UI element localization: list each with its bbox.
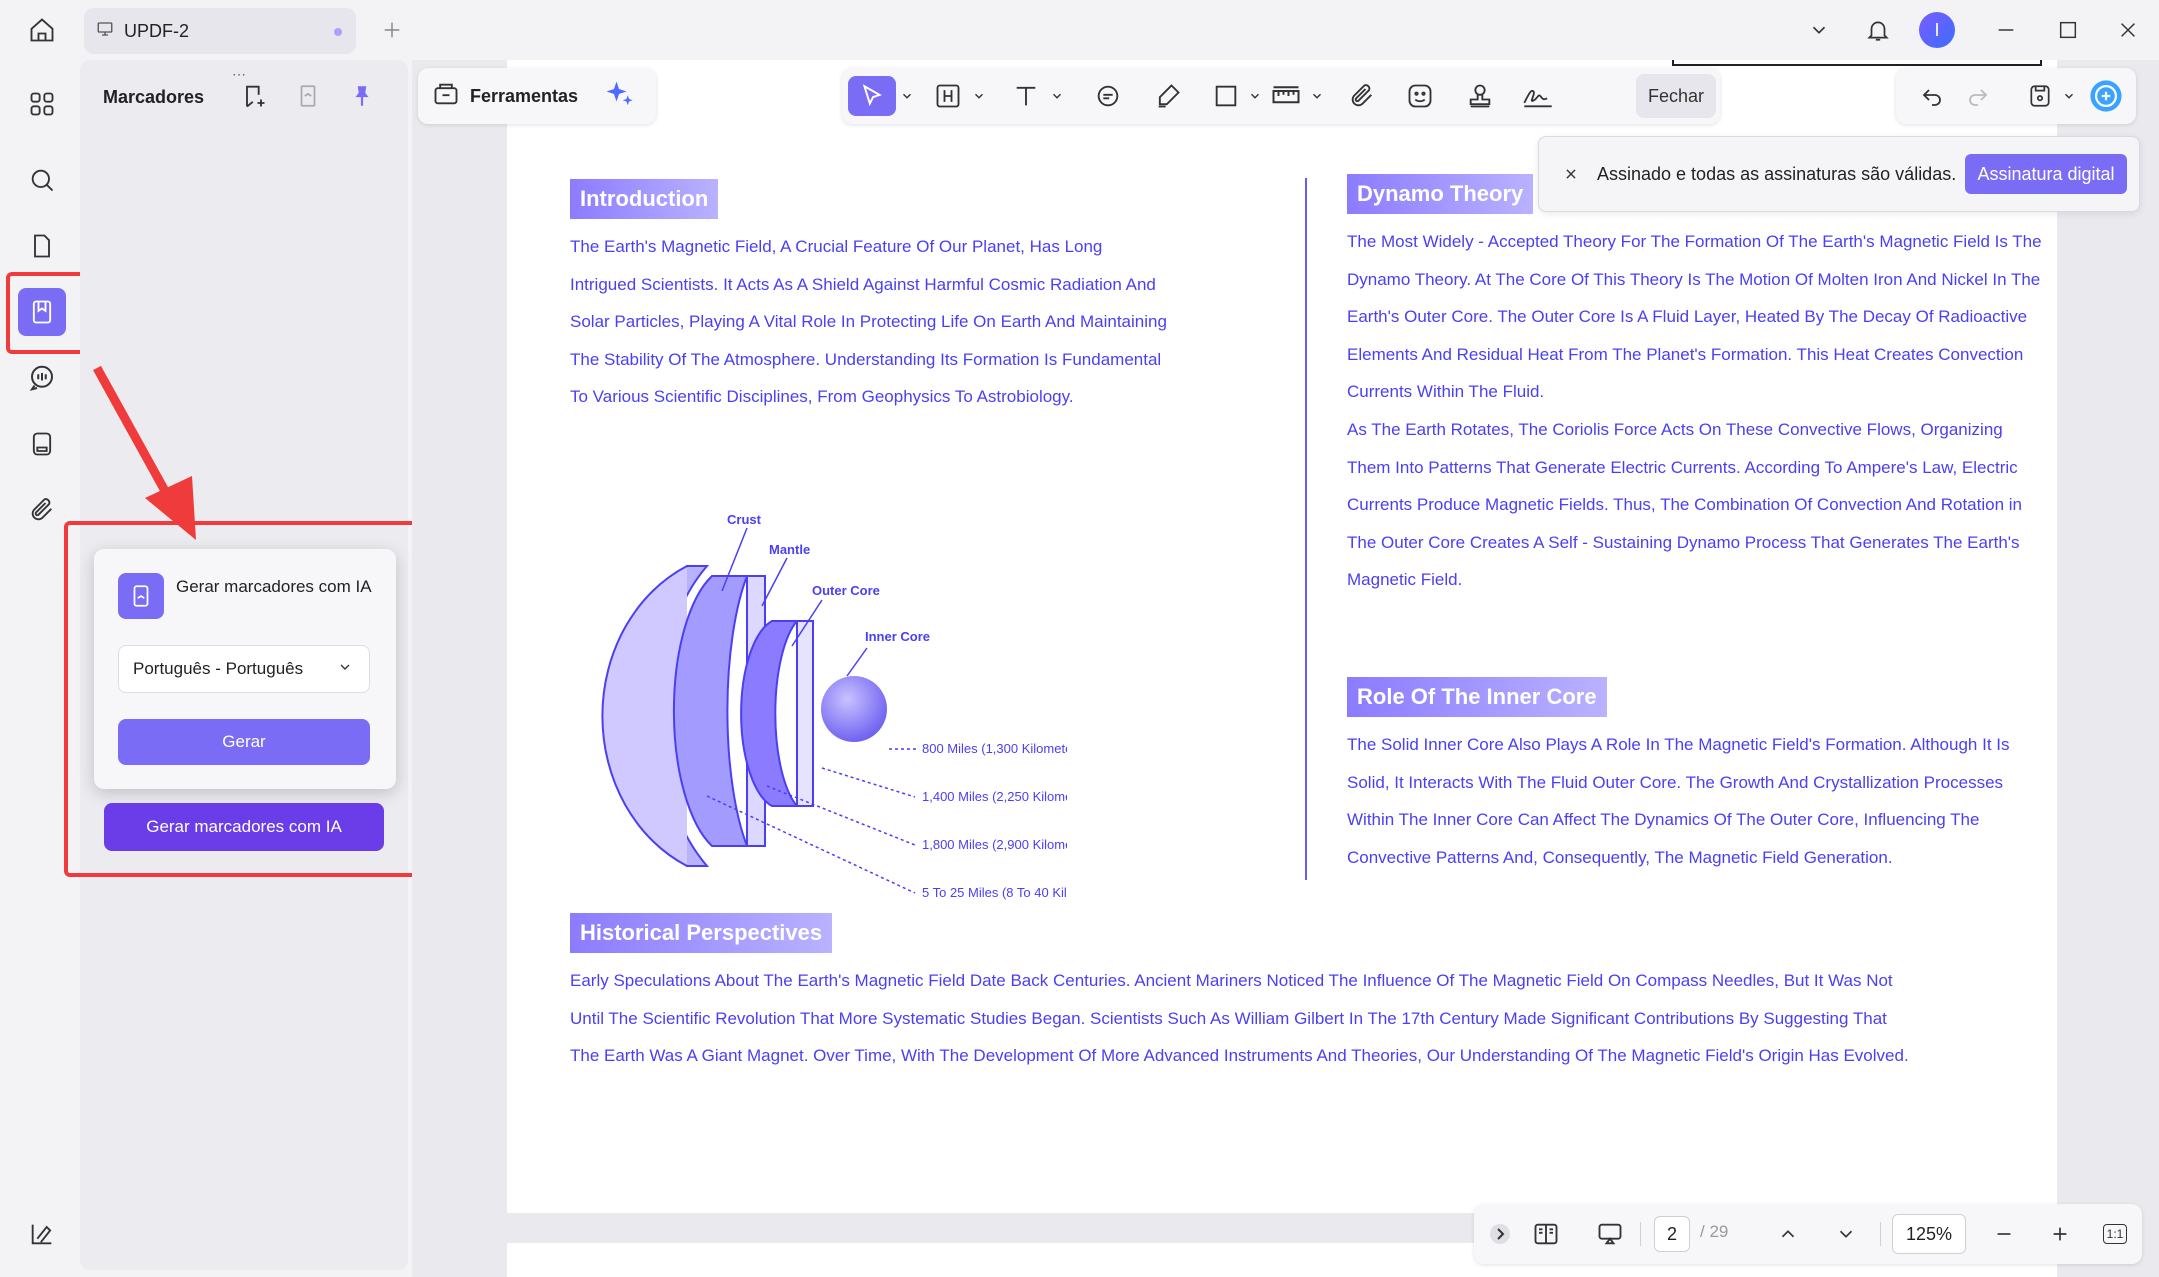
diagram-measure: 5 To 25 Miles (8 To 40 Kilometers) — [922, 885, 1067, 900]
page-number-input[interactable]: 2 — [1654, 1216, 1690, 1252]
undo-icon[interactable] — [1912, 76, 1952, 116]
chevron-down-icon[interactable] — [1828, 1214, 1864, 1254]
inner-core-text: The Solid Inner Core Also Plays A Role I… — [1347, 735, 2010, 867]
page-total: / 29 — [1700, 1222, 1729, 1241]
signature-notice-text: Assinado e todas as assinaturas são váli… — [1597, 163, 1957, 184]
text-box-icon[interactable] — [928, 76, 968, 116]
historical-text: Early Speculations About The Earth's Mag… — [570, 971, 1909, 1065]
diagram-label-mantle: Mantle — [769, 542, 810, 557]
present-icon[interactable] — [1590, 1214, 1630, 1254]
form-icon[interactable] — [18, 420, 66, 468]
tools-button[interactable]: Ferramentas — [418, 68, 656, 124]
search-icon[interactable] — [18, 156, 66, 204]
tools-icon — [432, 80, 460, 113]
signature-notice: Assinado e todas as assinaturas são váli… — [1538, 136, 2140, 212]
chevron-right-icon[interactable] — [1486, 1214, 1514, 1254]
zoom-out-icon[interactable] — [1986, 1214, 2022, 1254]
dynamo-text-1: The Most Widely - Accepted Theory For Th… — [1347, 232, 2042, 401]
paperclip-icon[interactable] — [1342, 76, 1382, 116]
section-heading-historical: Historical Perspectives — [570, 913, 833, 953]
paperclip-icon[interactable] — [18, 486, 66, 534]
highlighter-icon[interactable] — [1148, 76, 1188, 116]
grid-icon[interactable] — [18, 80, 66, 128]
inner-core-ball — [821, 676, 887, 742]
chevron-down-icon[interactable] — [970, 76, 988, 116]
sparkle-icon[interactable] — [604, 79, 634, 114]
page-border-fragment — [1672, 60, 2042, 66]
save-icon[interactable] — [2020, 76, 2060, 116]
section-heading-introduction: Introduction — [570, 179, 719, 219]
section-heading-dynamo: Dynamo Theory — [1347, 174, 1534, 214]
column-divider — [1305, 178, 1307, 880]
right-toolbar — [1896, 68, 2136, 124]
add-bookmark-icon[interactable] — [236, 78, 272, 114]
signature-icon[interactable] — [1518, 76, 1558, 116]
diagram-measure: 1,800 Miles (2,900 Kilometers) — [922, 837, 1067, 852]
title-bar: UPDF-2 I — [0, 0, 2159, 60]
pin-icon[interactable] — [344, 78, 380, 114]
cursor-icon[interactable] — [848, 76, 896, 116]
redo-icon[interactable] — [1958, 76, 1998, 116]
book-icon[interactable] — [18, 1210, 66, 1258]
new-tab-button[interactable] — [376, 14, 408, 46]
close-icon[interactable] — [1561, 164, 1581, 184]
avatar[interactable]: I — [1919, 12, 1955, 48]
diagram-label-crust: Crust — [727, 512, 762, 527]
chevron-down-icon[interactable] — [1308, 76, 1326, 116]
main-toolbar: Fechar — [842, 68, 1720, 124]
text-icon[interactable] — [1006, 76, 1046, 116]
page-icon[interactable] — [18, 222, 66, 270]
unsaved-indicator — [334, 28, 342, 36]
comment-icon[interactable] — [1088, 76, 1128, 116]
diagram-measure: 800 Miles (1,300 Kilometers) — [922, 741, 1067, 756]
chevron-down-icon[interactable] — [1048, 76, 1066, 116]
earth-layers-diagram: Crust Mantle Outer Core Inner Core 800 M… — [601, 512, 1067, 900]
sticker-icon[interactable] — [1400, 76, 1440, 116]
document-tab[interactable]: UPDF-2 — [84, 8, 356, 54]
separator — [1880, 1222, 1881, 1246]
bookmark-outline-icon[interactable] — [290, 78, 326, 114]
two-page-icon[interactable] — [1526, 1214, 1566, 1254]
measure-icon[interactable] — [1266, 76, 1306, 116]
document-viewport[interactable]: Introduction The Earth's Magnetic Field,… — [412, 60, 2159, 1277]
panel-title: Marcadores — [103, 87, 205, 107]
zoom-level[interactable]: 125% — [1892, 1214, 1966, 1254]
fit-icon[interactable]: 1:1 — [2100, 1214, 2130, 1254]
bookmark-highlight-box — [6, 272, 87, 354]
chevron-down-icon[interactable] — [1246, 76, 1264, 116]
maximize-icon[interactable] — [2050, 12, 2086, 48]
rectangle-icon[interactable] — [1206, 76, 1246, 116]
close-icon[interactable] — [2110, 12, 2146, 48]
ai-assistant-icon[interactable] — [2086, 76, 2126, 116]
chevron-down-icon[interactable] — [898, 76, 916, 116]
section-heading-inner-core: Role Of The Inner Core — [1347, 677, 1607, 717]
bottom-bar: 2 / 29 125% 1:1 — [1474, 1204, 2142, 1264]
dynamo-text-2: As The Earth Rotates, The Coriolis Force… — [1347, 420, 2023, 589]
digital-signature-button[interactable]: Assinatura digital — [1965, 154, 2127, 194]
separator — [1640, 1222, 1641, 1246]
stamp-icon[interactable] — [1460, 76, 1500, 116]
monitor-icon — [96, 20, 114, 43]
fit-label: 1:1 — [2102, 1224, 2128, 1244]
tools-label: Ferramentas — [470, 85, 579, 106]
chevron-up-icon[interactable] — [1770, 1214, 1806, 1254]
chevron-down-icon[interactable] — [1801, 12, 1837, 48]
diagram-label-outer-core: Outer Core — [812, 583, 880, 598]
bell-icon[interactable] — [1860, 12, 1896, 48]
pdf-page: Introduction The Earth's Magnetic Field,… — [507, 60, 2057, 1213]
close-edit-button[interactable]: Fechar — [1636, 74, 1716, 118]
diagram-measure: 1,400 Miles (2,250 Kilometers) — [922, 789, 1067, 804]
introduction-text: The Earth's Magnetic Field, A Crucial Fe… — [570, 237, 1167, 406]
zoom-in-icon[interactable] — [2042, 1214, 2078, 1254]
diagram-label-inner-core: Inner Core — [865, 629, 930, 644]
minimize-icon[interactable] — [1988, 12, 2024, 48]
ai-highlight-box — [64, 521, 428, 877]
chat-icon[interactable] — [18, 354, 66, 402]
tab-title: UPDF-2 — [124, 20, 190, 41]
home-icon[interactable] — [24, 12, 60, 48]
chevron-down-icon[interactable] — [2060, 76, 2078, 116]
